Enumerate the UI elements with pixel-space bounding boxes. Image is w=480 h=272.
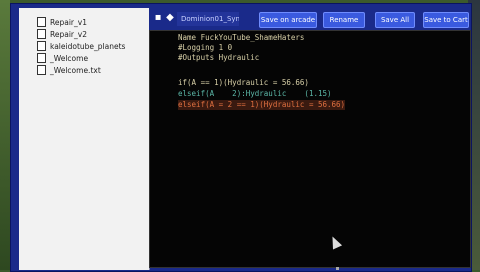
- file-item[interactable]: _Welcome: [37, 53, 88, 64]
- file-item[interactable]: Repair_v2: [37, 29, 87, 40]
- new-file-icon[interactable]: ▪: [153, 13, 163, 23]
- rename-button[interactable]: Rename: [323, 12, 365, 28]
- expression-editor-window: Repair_v1 Repair_v2 kaleidotube_planets …: [10, 3, 472, 272]
- file-name: _Welcome: [50, 54, 89, 63]
- file-name: _Welcome.txt: [50, 66, 101, 75]
- file-name: kaleidotube_planets: [50, 42, 126, 51]
- file-icon: [37, 29, 46, 39]
- open-file-icon[interactable]: ◆: [165, 13, 175, 23]
- code-line: Name FuckYouTube_ShameHaters: [178, 33, 305, 42]
- save-to-cart-button[interactable]: Save to Cart: [423, 12, 469, 28]
- file-browser: Repair_v1 Repair_v2 kaleidotube_planets …: [19, 8, 150, 270]
- file-item[interactable]: kaleidotube_planets: [37, 41, 125, 52]
- file-item[interactable]: Repair_v1: [37, 17, 87, 28]
- editor-toolbar: ▪ ◆ Dominion01_Sync Save on arcade Renam…: [149, 8, 471, 30]
- save-on-arcade-button[interactable]: Save on arcade: [259, 12, 317, 28]
- mouse-pointer-icon: [327, 234, 343, 250]
- file-icon: [37, 53, 46, 63]
- file-icon: [37, 65, 46, 75]
- code-line-highlighted: elseif(A = 2 == 1)(Hydraulic = 56.66): [178, 100, 346, 110]
- code-line: elseif(A 2):Hydraulic (1.15): [178, 89, 332, 98]
- code-editor[interactable]: Name FuckYouTube_ShameHaters #Logging 1 …: [149, 30, 471, 270]
- file-name: Repair_v1: [50, 18, 87, 27]
- code-line: if(A == 1)(Hydraulic = 56.66): [178, 78, 309, 87]
- file-icon: [37, 41, 46, 51]
- file-name: Repair_v2: [50, 30, 87, 39]
- save-all-button[interactable]: Save All: [375, 12, 415, 28]
- tab-title[interactable]: Dominion01_Sync: [177, 12, 239, 26]
- code-line: #Outputs Hydraulic: [178, 53, 260, 62]
- file-item[interactable]: _Welcome.txt: [37, 65, 101, 76]
- code-line: #Logging 1 0: [178, 43, 233, 52]
- file-icon: [37, 17, 46, 27]
- desktop-background: [0, 0, 10, 270]
